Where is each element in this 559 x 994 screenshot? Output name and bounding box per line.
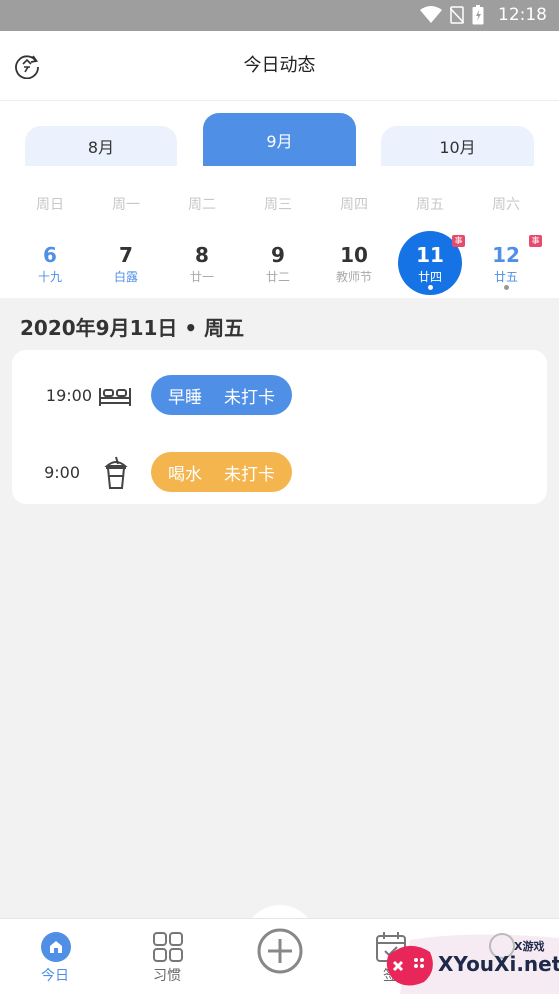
task-card: 19:00 早睡 未打卡 9:00 喝水 未打卡 <box>12 350 547 504</box>
nav-tab-today[interactable]: 今日 <box>10 919 100 994</box>
day-number: 7 <box>119 243 133 267</box>
task-time: 9:00 <box>44 463 80 482</box>
day-festival: 教师节 <box>335 270 372 284</box>
calendar-day[interactable]: 9 廿二 <box>240 235 316 301</box>
bed-icon <box>99 388 131 406</box>
weekday-label: 周六 <box>492 197 520 213</box>
event-dot <box>428 285 433 290</box>
event-badge: 事 <box>529 235 542 247</box>
home-icon <box>41 932 71 962</box>
weekday-label: 周五 <box>416 197 444 213</box>
weekday-label: 周三 <box>264 197 292 213</box>
no-sim-icon <box>450 6 464 24</box>
weekday-label: 周二 <box>188 197 216 213</box>
watermark-text: XYouXi.net <box>438 952 559 976</box>
day-number: 6 <box>43 243 57 267</box>
month-tab-current[interactable]: 9月 <box>203 113 356 166</box>
status-icons: 12:18 <box>420 4 547 26</box>
habit-name: 喝水 <box>168 464 202 485</box>
calendar-day[interactable]: 10 教师节 <box>316 235 392 301</box>
day-number: 9 <box>271 243 285 267</box>
status-time: 12:18 <box>498 5 547 25</box>
weekday-label: 周日 <box>36 197 64 213</box>
date-heading: 2020年9月11日 • 周五 <box>20 316 245 340</box>
sleep-early-checkin-button[interactable]: 早睡 未打卡 <box>151 375 292 415</box>
watermark: X游戏 XYouXi.net <box>380 930 559 994</box>
day-number: 8 <box>195 243 209 267</box>
month-tab-next[interactable]: 10月 <box>381 126 534 166</box>
top-header: 今日动态 <box>0 31 559 101</box>
calendar-panel: 8月 9月 10月 周日 周一 周二 周三 周四 周五 周六 6 十九 7 白露… <box>0 101 559 298</box>
task-time: 19:00 <box>45 386 92 405</box>
checkin-status: 未打卡 <box>224 387 275 408</box>
month-tab-prev[interactable]: 8月 <box>25 126 177 166</box>
weekday-label: 周一 <box>112 197 140 213</box>
nav-label: 习惯 <box>153 968 181 984</box>
calendar-day[interactable]: 7 白露 <box>88 235 164 301</box>
nav-tab-habits[interactable]: 习惯 <box>122 919 212 994</box>
weekday-label: 周四 <box>340 197 368 213</box>
day-lunar: 廿二 <box>265 270 290 284</box>
calendar-day[interactable]: 8 廿一 <box>164 235 240 301</box>
day-lunar: 廿一 <box>189 270 214 284</box>
calendar-day-selected[interactable]: 11 廿四 事 <box>392 231 468 301</box>
day-lunar: 廿五 <box>493 270 518 284</box>
wifi-icon <box>420 6 442 23</box>
day-lunar: 廿四 <box>417 270 442 284</box>
status-bar: 12:18 <box>0 0 559 31</box>
battery-icon <box>472 5 484 25</box>
page-title: 今日动态 <box>243 55 316 76</box>
day-solar-term: 白露 <box>113 270 138 284</box>
habit-name: 早睡 <box>168 387 202 408</box>
event-badge: 事 <box>452 235 465 247</box>
checkin-status: 未打卡 <box>224 464 275 485</box>
nav-label: 今日 <box>41 968 69 984</box>
grid-icon <box>153 932 183 962</box>
drink-water-checkin-button[interactable]: 喝水 未打卡 <box>151 452 292 492</box>
plus-circle-icon[interactable] <box>256 927 304 975</box>
calendar-day[interactable]: 12 廿五 事 <box>468 235 544 301</box>
day-lunar: 十九 <box>37 270 62 284</box>
drink-cup-icon <box>104 456 128 489</box>
day-number: 10 <box>340 243 368 267</box>
event-dot <box>504 285 509 290</box>
calendar-day[interactable]: 6 十九 <box>12 235 88 301</box>
